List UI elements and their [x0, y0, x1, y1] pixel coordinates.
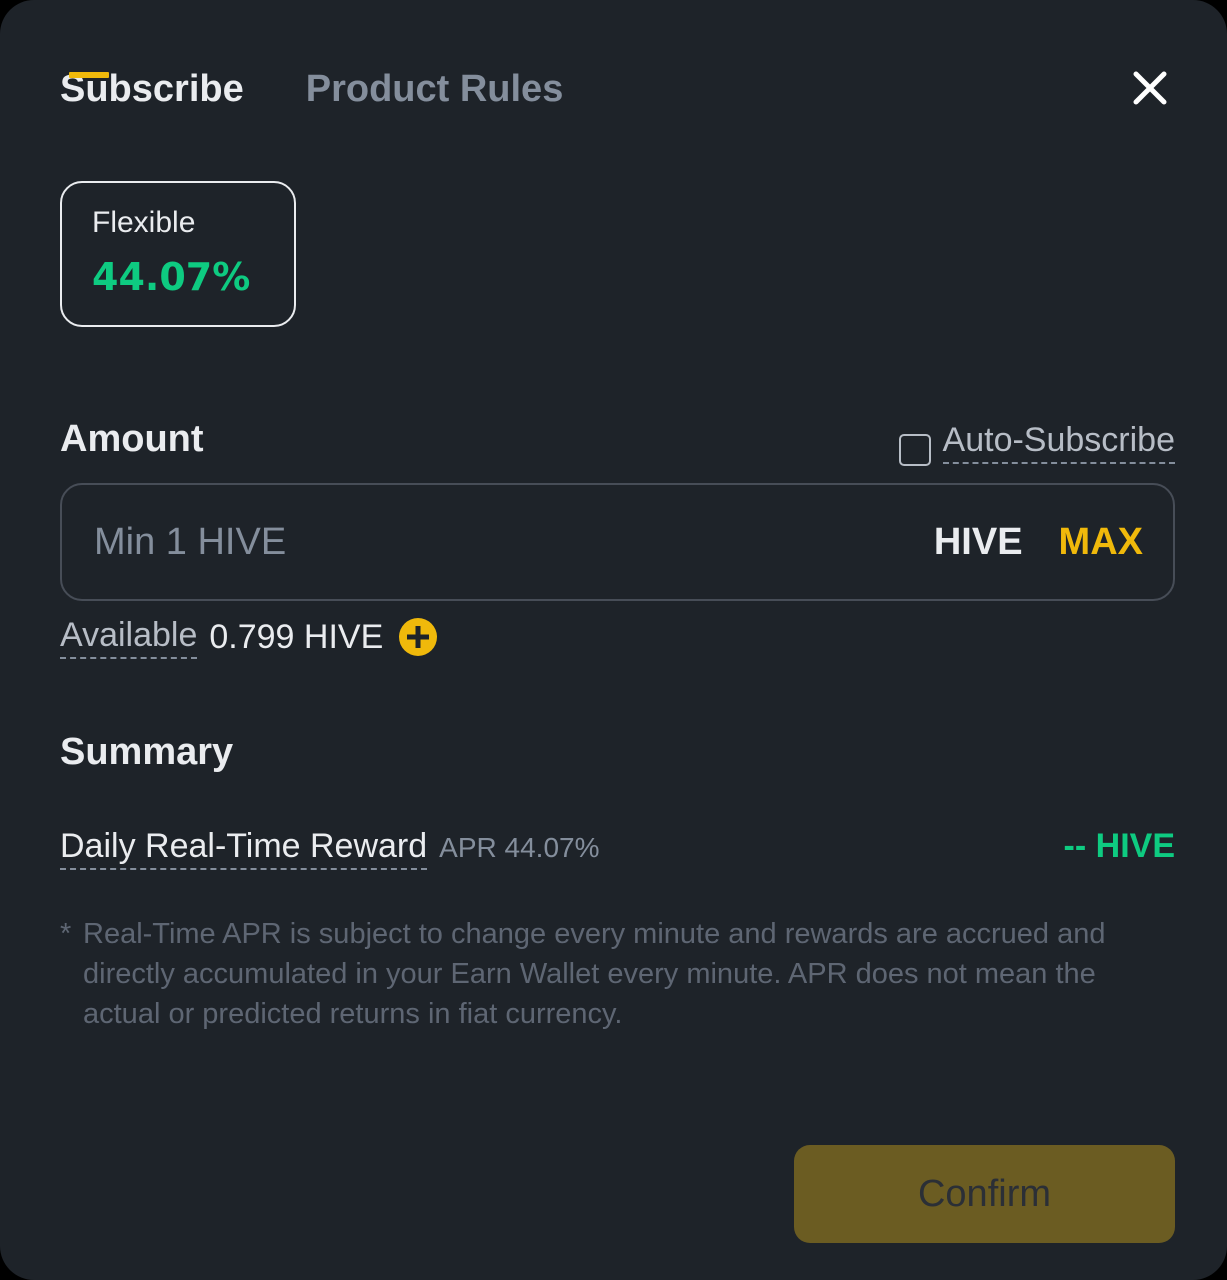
disclaimer-star: * [60, 918, 72, 950]
available-balance: Available 0.799 HIVE [60, 615, 438, 659]
product-type-label: Flexible [92, 206, 196, 239]
product-apr: 44.07% [92, 255, 251, 299]
subscribe-modal: Subscribe Product Rules Flexible 44.07% … [0, 0, 1227, 1280]
auto-subscribe: Auto-Subscribe [898, 418, 1175, 466]
max-button[interactable]: MAX [1059, 521, 1143, 564]
amount-input[interactable] [92, 519, 934, 565]
close-icon [1133, 71, 1167, 105]
daily-reward-row: Daily Real-Time Reward APR 44.07% -- HIV… [60, 826, 1175, 870]
plus-circle-icon[interactable] [399, 618, 438, 656]
flexible-product-card[interactable]: Flexible 44.07% [60, 181, 296, 327]
auto-subscribe-checkbox[interactable] [898, 434, 931, 466]
disclaimer-text: Real-Time APR is subject to change every… [83, 918, 1106, 1030]
amount-title: Amount [60, 418, 204, 460]
tab-product-rules[interactable]: Product Rules [306, 62, 564, 116]
asset-label: HIVE [933, 520, 1023, 563]
apr-disclaimer: * Real-Time APR is subject to change eve… [60, 914, 1140, 1034]
auto-subscribe-label[interactable]: Auto-Subscribe [942, 420, 1175, 464]
tab-bar: Subscribe Product Rules [60, 62, 563, 116]
summary-title: Summary [60, 731, 234, 773]
daily-reward-label[interactable]: Daily Real-Time Reward [60, 826, 428, 870]
confirm-button[interactable]: Confirm [794, 1145, 1175, 1243]
reward-value: -- HIVE [1063, 827, 1175, 865]
available-value: 0.799 HIVE [209, 618, 384, 656]
active-tab-indicator [69, 72, 109, 78]
amount-input-box: HIVE MAX [60, 483, 1175, 601]
reward-apr: APR 44.07% [439, 832, 600, 863]
available-label[interactable]: Available [60, 615, 198, 659]
close-button[interactable] [1128, 66, 1172, 110]
tab-subscribe[interactable]: Subscribe [60, 62, 244, 116]
